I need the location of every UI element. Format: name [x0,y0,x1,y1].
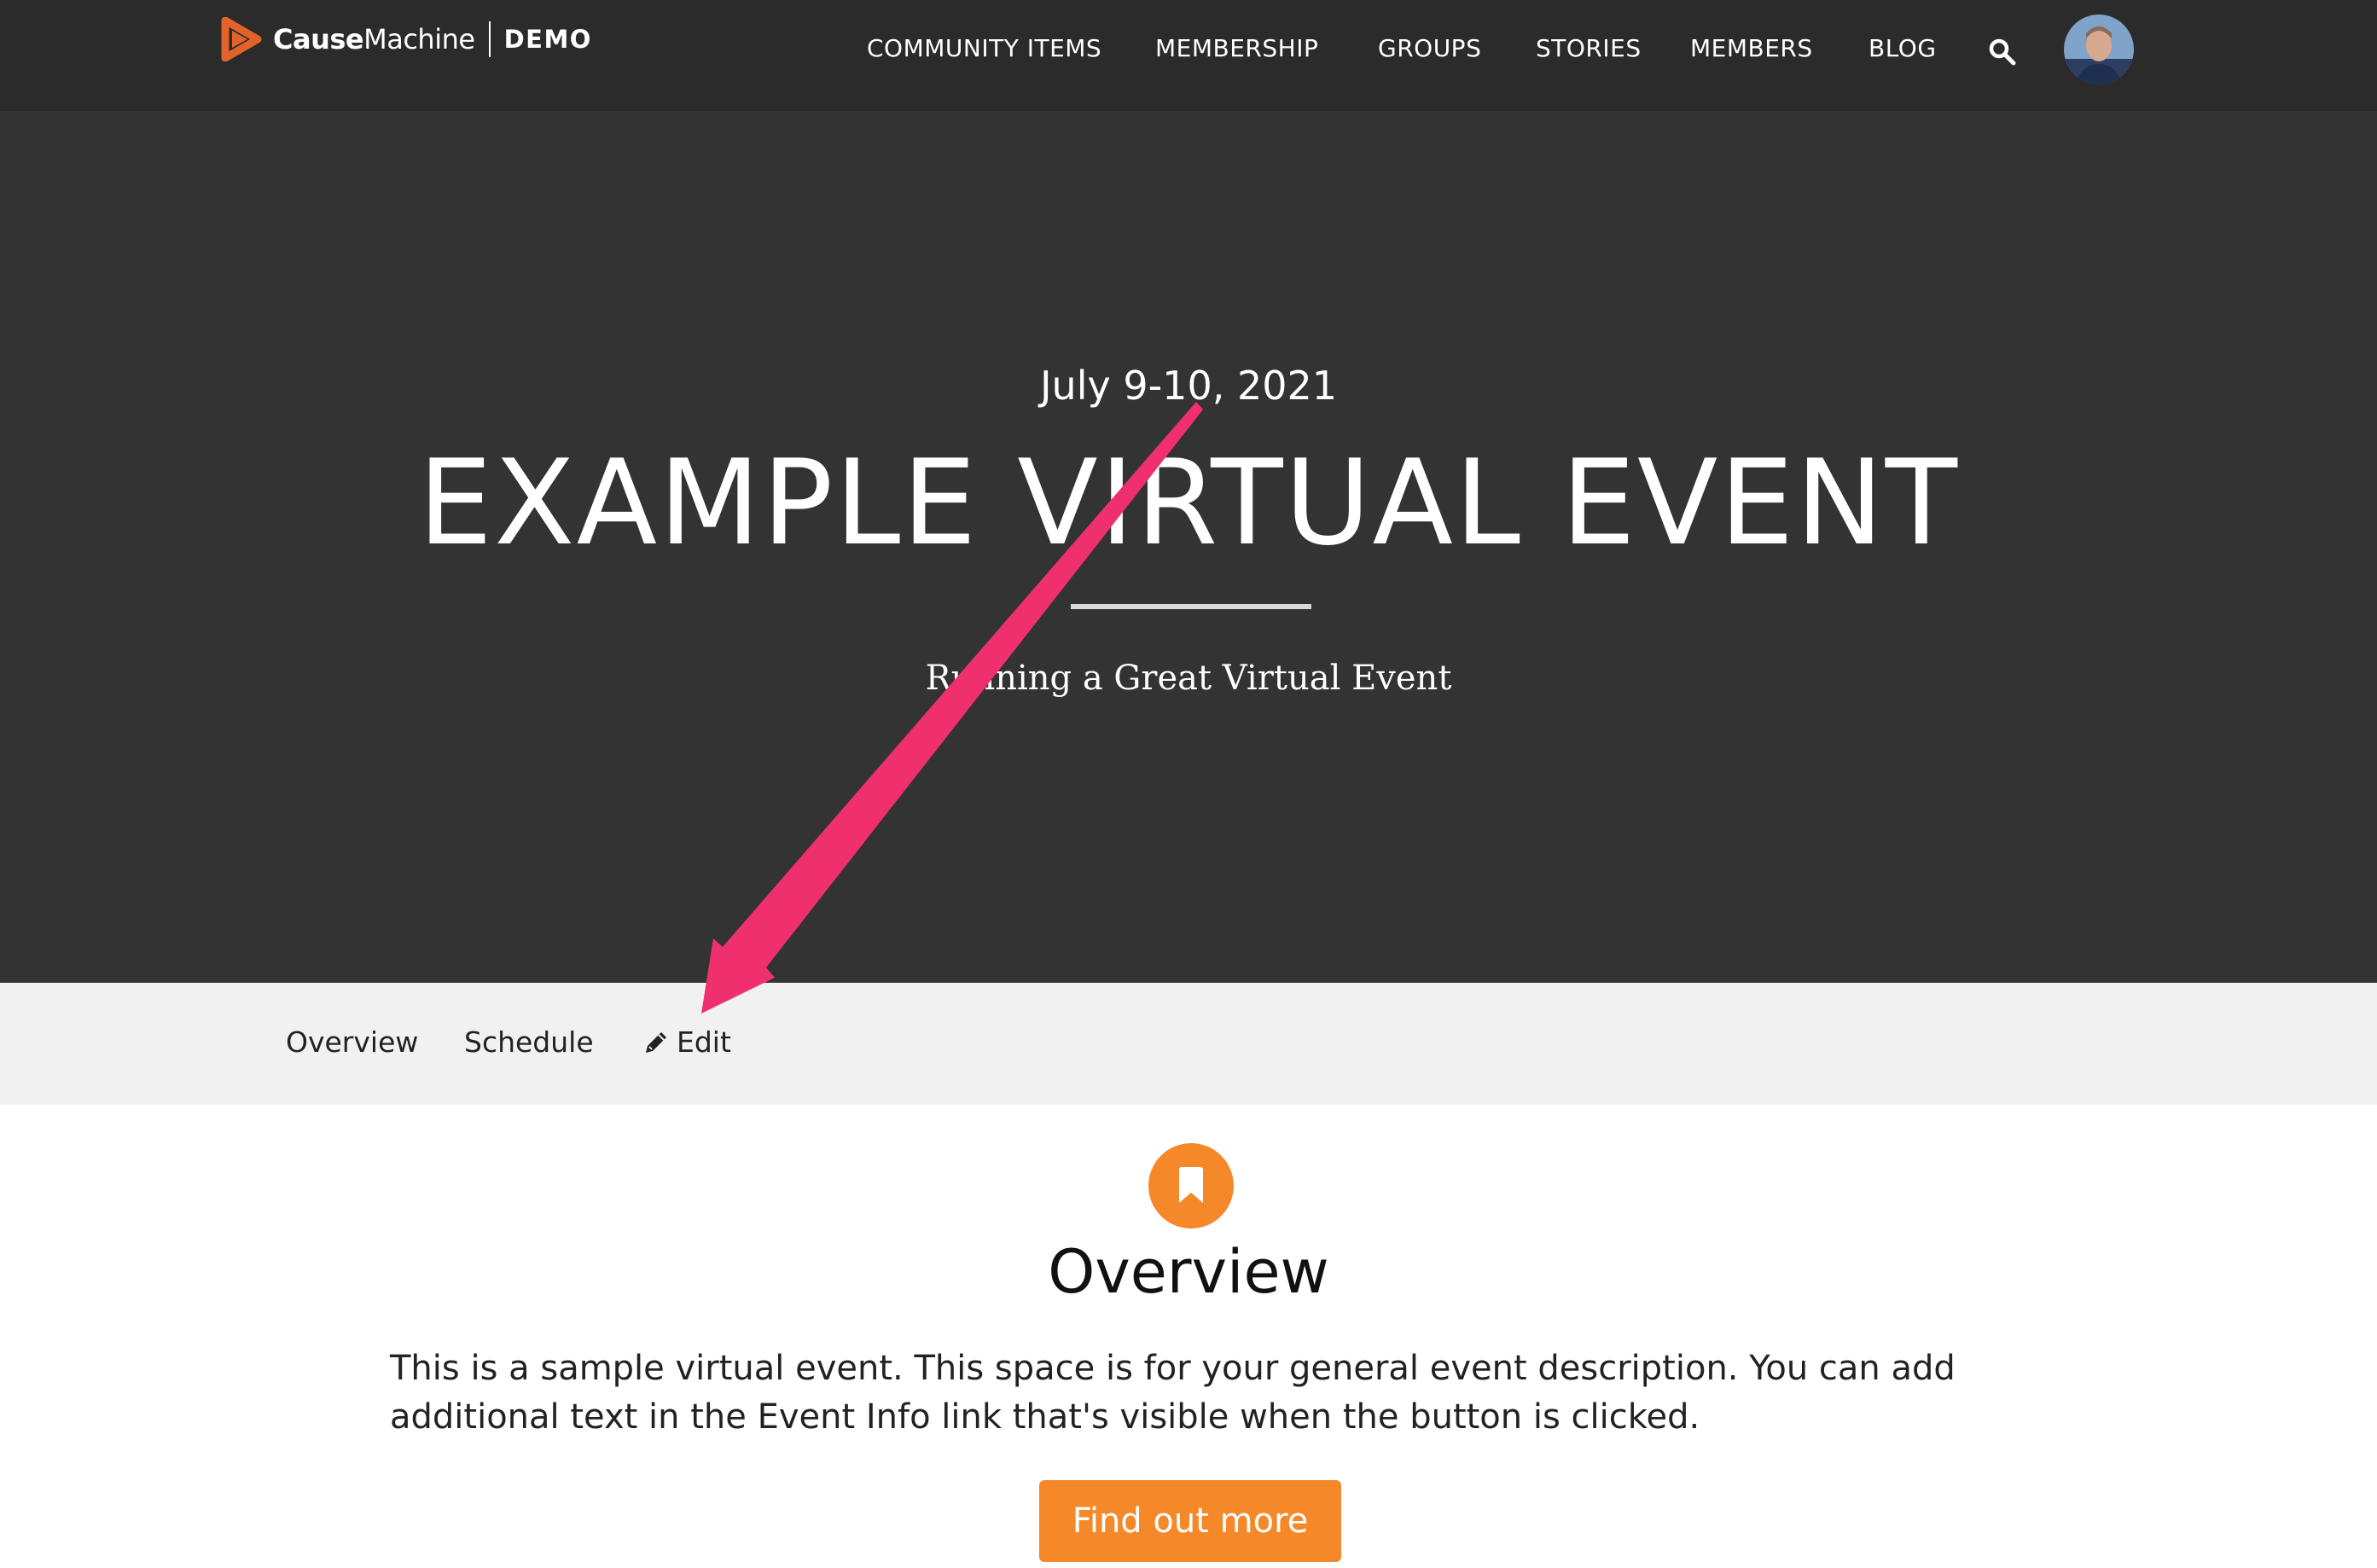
find-out-more-button[interactable]: Find out more [1039,1480,1341,1562]
tab-edit-label: Edit [677,1025,731,1059]
tab-overview[interactable]: Overview [286,1025,418,1059]
search-icon[interactable] [1988,38,2017,67]
nav-groups[interactable]: GROUPS [1378,34,1481,62]
overview-description: This is a sample virtual event. This spa… [390,1349,1956,1437]
nav-membership[interactable]: MEMBERSHIP [1155,34,1318,62]
avatar-photo [2064,15,2134,84]
tab-edit[interactable]: Edit [642,1025,731,1059]
bookmark-icon [1179,1167,1203,1203]
nav-members[interactable]: MEMBERS [1690,34,1813,62]
tab-schedule[interactable]: Schedule [464,1025,594,1059]
overview-heading: Overview [1048,1237,1329,1307]
event-date: July 9-10, 2021 [1039,363,1338,409]
nav-community-items[interactable]: COMMUNITY ITEMS [867,34,1101,62]
user-avatar[interactable] [2064,15,2134,84]
title-divider [1071,604,1311,609]
nav-stories[interactable]: STORIES [1536,34,1642,62]
nav-blog[interactable]: BLOG [1868,34,1937,62]
event-subtitle: Running a Great Virtual Event [925,659,1452,698]
overview-badge [1148,1143,1234,1228]
logo-play-icon [221,17,262,61]
top-navbar: CauseMachine DEMO COMMUNITY ITEMS MEMBER… [0,0,2377,111]
logo-divider [488,21,491,57]
event-title: EXAMPLE VIRTUAL EVENT [417,434,1960,572]
logo-wordmark: CauseMachine [273,23,475,55]
site-logo[interactable]: CauseMachine DEMO [220,15,592,63]
event-tab-bar: Overview Schedule Edit [0,983,2377,1105]
logo-demo-tag: DEMO [503,25,592,54]
pencil-icon [646,1031,666,1053]
